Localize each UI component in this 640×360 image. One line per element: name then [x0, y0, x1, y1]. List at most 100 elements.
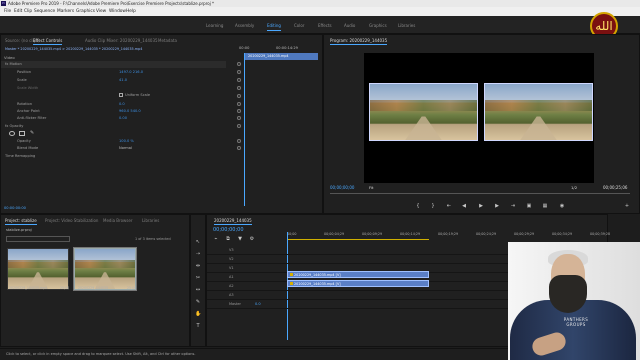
left-video-clip[interactable]	[369, 83, 478, 141]
motion-effect-label[interactable]: fx Motion	[5, 62, 22, 68]
reset-anchor-icon[interactable]	[237, 109, 241, 113]
rectangle-mask-icon[interactable]	[19, 131, 25, 136]
reset-opacity-effect-icon[interactable]	[237, 124, 241, 128]
workspace-color[interactable]: Color	[294, 23, 304, 28]
timeline-video-clip-2[interactable]: 20200229_144035.mp4 [V]	[287, 280, 429, 287]
reset-position-icon[interactable]	[237, 70, 241, 74]
workspace-editing[interactable]: Editing	[267, 23, 281, 31]
timeline-ruler[interactable]: 00;00 00;00;04;29 00;00;09;29 00;00;14;2…	[287, 232, 610, 239]
opacity-effect-label[interactable]: fx Opacity	[5, 124, 23, 130]
marker-icon[interactable]: ▼	[237, 236, 243, 242]
timeline-sequence-tab[interactable]: 20200229_144035	[214, 218, 252, 225]
menu-markers[interactable]: Markers	[57, 9, 74, 14]
tab-effect-controls[interactable]: Effect Controls	[33, 38, 63, 45]
blend-mode-select[interactable]: Normal	[119, 146, 167, 150]
reset-uniform-icon[interactable]	[237, 94, 241, 98]
program-monitor-title[interactable]: Program: 20200229_144035	[330, 38, 388, 45]
settings-icon[interactable]: ⚙	[249, 236, 255, 242]
uniform-scale-checkbox[interactable]	[119, 93, 123, 97]
scale-value[interactable]: 41.0	[119, 78, 127, 82]
slip-tool-icon[interactable]: ↔	[195, 287, 201, 293]
reset-scale-width-icon[interactable]	[237, 86, 241, 90]
go-to-in-icon[interactable]: ⇤	[446, 203, 452, 209]
menu-sequence[interactable]: Sequence	[34, 9, 55, 14]
reset-opacity-icon[interactable]	[237, 139, 241, 143]
menu-edit[interactable]: Edit	[14, 9, 22, 14]
extract-icon[interactable]: ▦	[542, 203, 548, 209]
tab-project-stablize[interactable]: Project: stablize	[5, 218, 37, 225]
selection-tool-icon[interactable]: ↖	[195, 239, 201, 245]
snap-icon[interactable]: ⌁	[213, 236, 219, 242]
rotation-value[interactable]: 0.0	[119, 102, 125, 106]
mark-out-icon[interactable]: }	[430, 203, 436, 209]
tab-metadata[interactable]: Metadata	[158, 38, 177, 43]
project-item-video-file[interactable]	[7, 248, 69, 290]
go-to-out-icon[interactable]: ⇥	[510, 203, 516, 209]
video-section-label: Video	[4, 55, 15, 60]
menu-file[interactable]: File	[4, 9, 11, 14]
menu-window[interactable]: Window	[109, 9, 126, 14]
uniform-scale-label: Uniform Scale	[125, 93, 151, 97]
reset-blend-icon[interactable]	[237, 146, 241, 150]
fit-select[interactable]: Fit	[369, 185, 373, 190]
reset-motion-icon[interactable]	[237, 62, 241, 66]
right-video-clip[interactable]	[484, 83, 593, 141]
pen-mask-icon[interactable]: ✎	[30, 130, 34, 136]
ec-playhead[interactable]	[244, 53, 245, 206]
project-item-sequence[interactable]	[74, 248, 136, 290]
project-item-duration-2: 25;06	[127, 286, 137, 290]
workspace-learning[interactable]: Learning	[206, 23, 223, 28]
ruler-label-7: 00;00;34;29	[552, 232, 573, 236]
add-button-icon[interactable]: +	[624, 203, 630, 209]
tab-project-video-stabilization[interactable]: Project: Video Stabilization	[45, 218, 98, 223]
pen-tool-icon[interactable]: ✎	[195, 299, 201, 305]
timeline-current-time[interactable]: 00;00;00;00	[213, 227, 244, 233]
timeline-video-clip-1[interactable]: 20200229_144035.mp4 [V]	[287, 271, 429, 278]
menu-help[interactable]: Help	[126, 9, 136, 14]
reset-rotation-icon[interactable]	[237, 102, 241, 106]
step-forward-icon[interactable]: ▶	[494, 203, 500, 209]
play-icon[interactable]: ▶	[478, 203, 484, 209]
anti-flicker-label: Anti-flicker Filter	[17, 116, 47, 120]
opacity-value[interactable]: 100.0 %	[119, 139, 134, 143]
ec-clip-bar[interactable]: 20200229_144035.mp4	[244, 53, 318, 60]
lift-icon[interactable]: ▣	[526, 203, 532, 209]
quality-select[interactable]: 1/2	[571, 185, 577, 190]
master-volume-value[interactable]: 0.0	[255, 302, 261, 306]
menu-clip[interactable]: Clip	[24, 9, 32, 14]
menu-view[interactable]: View	[96, 9, 106, 14]
tab-audio-clip-mixer[interactable]: Audio Clip Mixer: 20200229_144035	[85, 38, 158, 43]
anchor-point-value[interactable]: 960.0 540.0	[119, 109, 141, 113]
ripple-edit-tool-icon[interactable]: ⇹	[195, 263, 201, 269]
workspace-libraries[interactable]: Libraries	[398, 23, 415, 28]
menu-bar: File Edit Clip Sequence Markers Graphics…	[0, 7, 640, 16]
camera-icon[interactable]: ◉	[559, 203, 565, 209]
tab-media-browser[interactable]: Media Browser	[103, 218, 133, 223]
tab-libraries[interactable]: Libraries	[142, 218, 159, 223]
step-back-icon[interactable]: ◀	[461, 203, 467, 209]
reset-scale-icon[interactable]	[237, 78, 241, 82]
track-master-label: Master	[229, 302, 241, 306]
timeline-clip-label-1: 20200229_144035.mp4 [V]	[294, 273, 341, 277]
workspace-effects[interactable]: Effects	[318, 23, 332, 28]
razor-tool-icon[interactable]: ✂	[195, 275, 201, 281]
linked-selection-icon[interactable]: ⧉	[225, 236, 231, 242]
mark-in-icon[interactable]: {	[415, 203, 421, 209]
program-current-time[interactable]: 00;00;00;00	[330, 185, 354, 190]
workspace-audio[interactable]: Audio	[344, 23, 355, 28]
time-remapping-label[interactable]: Time Remapping	[5, 154, 35, 160]
ellipse-mask-icon[interactable]	[9, 131, 15, 136]
hand-tool-icon[interactable]: ✋	[195, 311, 201, 317]
track-select-tool-icon[interactable]: ⇢	[195, 251, 201, 257]
menu-graphics[interactable]: Graphics	[76, 9, 95, 14]
program-scrub-bar[interactable]	[330, 193, 630, 194]
work-area-bar[interactable]	[287, 239, 429, 240]
position-value[interactable]: 1497.0 216.0	[119, 70, 143, 74]
workspace-assembly[interactable]: Assembly	[235, 23, 254, 28]
reset-antiflicker-icon[interactable]	[237, 116, 241, 120]
program-video-frame[interactable]	[364, 53, 594, 183]
type-tool-icon[interactable]: T	[195, 323, 201, 329]
project-search-input[interactable]	[6, 236, 70, 242]
anti-flicker-value[interactable]: 0.00	[119, 116, 127, 120]
workspace-graphics[interactable]: Graphics	[369, 23, 387, 28]
